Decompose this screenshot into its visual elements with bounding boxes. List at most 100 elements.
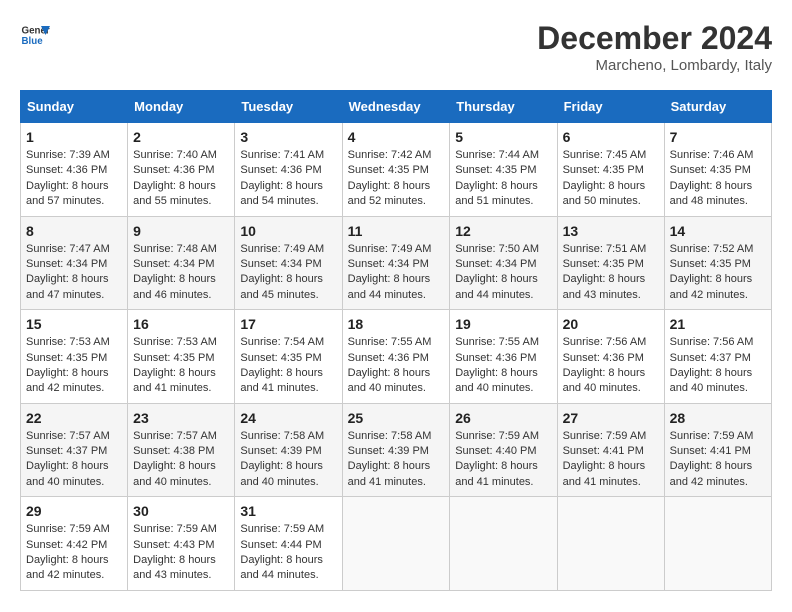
sunrise-label: Sunrise: 7:50 AM	[455, 243, 539, 255]
sunrise-label: Sunrise: 7:59 AM	[455, 430, 539, 442]
daylight-label: Daylight: 8 hours and 43 minutes.	[563, 273, 646, 300]
day-info: Sunrise: 7:59 AM Sunset: 4:41 PM Dayligh…	[670, 429, 766, 491]
sunrise-label: Sunrise: 7:55 AM	[348, 336, 432, 348]
daylight-label: Daylight: 8 hours and 42 minutes.	[26, 554, 109, 581]
calendar-cell: 17 Sunrise: 7:54 AM Sunset: 4:35 PM Dayl…	[235, 310, 342, 404]
sunrise-label: Sunrise: 7:57 AM	[133, 430, 217, 442]
sunrise-label: Sunrise: 7:49 AM	[348, 243, 432, 255]
daylight-label: Daylight: 8 hours and 45 minutes.	[240, 273, 323, 300]
page-header: General Blue December 2024 Marcheno, Lom…	[20, 20, 772, 74]
day-info: Sunrise: 7:46 AM Sunset: 4:35 PM Dayligh…	[670, 148, 766, 210]
sunset-label: Sunset: 4:34 PM	[133, 258, 214, 270]
header-row: Sunday Monday Tuesday Wednesday Thursday…	[21, 91, 772, 123]
calendar-row: 8 Sunrise: 7:47 AM Sunset: 4:34 PM Dayli…	[21, 216, 772, 310]
sunset-label: Sunset: 4:36 PM	[240, 164, 321, 176]
daylight-label: Daylight: 8 hours and 47 minutes.	[26, 273, 109, 300]
day-number: 2	[133, 129, 229, 145]
daylight-label: Daylight: 8 hours and 41 minutes.	[240, 367, 323, 394]
calendar-cell: 9 Sunrise: 7:48 AM Sunset: 4:34 PM Dayli…	[128, 216, 235, 310]
day-info: Sunrise: 7:49 AM Sunset: 4:34 PM Dayligh…	[240, 242, 336, 304]
daylight-label: Daylight: 8 hours and 41 minutes.	[133, 367, 216, 394]
sunrise-label: Sunrise: 7:59 AM	[670, 430, 754, 442]
calendar-row: 15 Sunrise: 7:53 AM Sunset: 4:35 PM Dayl…	[21, 310, 772, 404]
calendar-cell: 19 Sunrise: 7:55 AM Sunset: 4:36 PM Dayl…	[450, 310, 557, 404]
day-number: 24	[240, 410, 336, 426]
day-info: Sunrise: 7:56 AM Sunset: 4:37 PM Dayligh…	[670, 335, 766, 397]
sunset-label: Sunset: 4:34 PM	[240, 258, 321, 270]
day-info: Sunrise: 7:47 AM Sunset: 4:34 PM Dayligh…	[26, 242, 122, 304]
day-number: 11	[348, 223, 445, 239]
day-info: Sunrise: 7:44 AM Sunset: 4:35 PM Dayligh…	[455, 148, 551, 210]
sunrise-label: Sunrise: 7:59 AM	[26, 523, 110, 535]
calendar-cell: 27 Sunrise: 7:59 AM Sunset: 4:41 PM Dayl…	[557, 403, 664, 497]
day-number: 3	[240, 129, 336, 145]
sunset-label: Sunset: 4:35 PM	[563, 164, 644, 176]
day-number: 5	[455, 129, 551, 145]
sunset-label: Sunset: 4:35 PM	[563, 258, 644, 270]
day-number: 31	[240, 503, 336, 519]
sunrise-label: Sunrise: 7:41 AM	[240, 149, 324, 161]
day-number: 30	[133, 503, 229, 519]
sunrise-label: Sunrise: 7:55 AM	[455, 336, 539, 348]
day-info: Sunrise: 7:56 AM Sunset: 4:36 PM Dayligh…	[563, 335, 659, 397]
daylight-label: Daylight: 8 hours and 40 minutes.	[240, 460, 323, 487]
calendar-cell: 4 Sunrise: 7:42 AM Sunset: 4:35 PM Dayli…	[342, 123, 450, 217]
day-number: 10	[240, 223, 336, 239]
daylight-label: Daylight: 8 hours and 40 minutes.	[670, 367, 753, 394]
sunrise-label: Sunrise: 7:45 AM	[563, 149, 647, 161]
sunset-label: Sunset: 4:36 PM	[26, 164, 107, 176]
daylight-label: Daylight: 8 hours and 44 minutes.	[348, 273, 431, 300]
calendar-cell: 24 Sunrise: 7:58 AM Sunset: 4:39 PM Dayl…	[235, 403, 342, 497]
sunrise-label: Sunrise: 7:59 AM	[563, 430, 647, 442]
day-info: Sunrise: 7:53 AM Sunset: 4:35 PM Dayligh…	[26, 335, 122, 397]
day-number: 16	[133, 316, 229, 332]
sunset-label: Sunset: 4:35 PM	[240, 352, 321, 364]
sunset-label: Sunset: 4:35 PM	[26, 352, 107, 364]
logo-icon: General Blue	[20, 20, 50, 50]
day-info: Sunrise: 7:58 AM Sunset: 4:39 PM Dayligh…	[240, 429, 336, 491]
day-number: 13	[563, 223, 659, 239]
day-info: Sunrise: 7:57 AM Sunset: 4:38 PM Dayligh…	[133, 429, 229, 491]
sunrise-label: Sunrise: 7:53 AM	[133, 336, 217, 348]
day-number: 7	[670, 129, 766, 145]
sunset-label: Sunset: 4:41 PM	[563, 445, 644, 457]
sunrise-label: Sunrise: 7:48 AM	[133, 243, 217, 255]
day-info: Sunrise: 7:51 AM Sunset: 4:35 PM Dayligh…	[563, 242, 659, 304]
day-info: Sunrise: 7:50 AM Sunset: 4:34 PM Dayligh…	[455, 242, 551, 304]
day-number: 14	[670, 223, 766, 239]
daylight-label: Daylight: 8 hours and 44 minutes.	[240, 554, 323, 581]
daylight-label: Daylight: 8 hours and 40 minutes.	[133, 460, 216, 487]
sunset-label: Sunset: 4:36 PM	[133, 164, 214, 176]
sunrise-label: Sunrise: 7:46 AM	[670, 149, 754, 161]
sunset-label: Sunset: 4:35 PM	[348, 164, 429, 176]
sunset-label: Sunset: 4:37 PM	[26, 445, 107, 457]
daylight-label: Daylight: 8 hours and 54 minutes.	[240, 180, 323, 207]
day-info: Sunrise: 7:48 AM Sunset: 4:34 PM Dayligh…	[133, 242, 229, 304]
day-info: Sunrise: 7:59 AM Sunset: 4:41 PM Dayligh…	[563, 429, 659, 491]
calendar-cell: 30 Sunrise: 7:59 AM Sunset: 4:43 PM Dayl…	[128, 497, 235, 591]
calendar-cell: 1 Sunrise: 7:39 AM Sunset: 4:36 PM Dayli…	[21, 123, 128, 217]
daylight-label: Daylight: 8 hours and 40 minutes.	[348, 367, 431, 394]
daylight-label: Daylight: 8 hours and 52 minutes.	[348, 180, 431, 207]
day-info: Sunrise: 7:55 AM Sunset: 4:36 PM Dayligh…	[348, 335, 445, 397]
sunrise-label: Sunrise: 7:52 AM	[670, 243, 754, 255]
calendar-cell: 10 Sunrise: 7:49 AM Sunset: 4:34 PM Dayl…	[235, 216, 342, 310]
sunset-label: Sunset: 4:35 PM	[455, 164, 536, 176]
daylight-label: Daylight: 8 hours and 57 minutes.	[26, 180, 109, 207]
day-number: 18	[348, 316, 445, 332]
daylight-label: Daylight: 8 hours and 40 minutes.	[26, 460, 109, 487]
sunset-label: Sunset: 4:37 PM	[670, 352, 751, 364]
daylight-label: Daylight: 8 hours and 41 minutes.	[455, 460, 538, 487]
day-info: Sunrise: 7:59 AM Sunset: 4:43 PM Dayligh…	[133, 522, 229, 584]
calendar-row: 22 Sunrise: 7:57 AM Sunset: 4:37 PM Dayl…	[21, 403, 772, 497]
calendar-cell: 13 Sunrise: 7:51 AM Sunset: 4:35 PM Dayl…	[557, 216, 664, 310]
col-sunday: Sunday	[21, 91, 128, 123]
calendar-subtitle: Marcheno, Lombardy, Italy	[537, 57, 772, 74]
sunset-label: Sunset: 4:38 PM	[133, 445, 214, 457]
day-number: 4	[348, 129, 445, 145]
sunset-label: Sunset: 4:40 PM	[455, 445, 536, 457]
calendar-cell: 21 Sunrise: 7:56 AM Sunset: 4:37 PM Dayl…	[664, 310, 771, 404]
day-number: 20	[563, 316, 659, 332]
col-saturday: Saturday	[664, 91, 771, 123]
col-wednesday: Wednesday	[342, 91, 450, 123]
